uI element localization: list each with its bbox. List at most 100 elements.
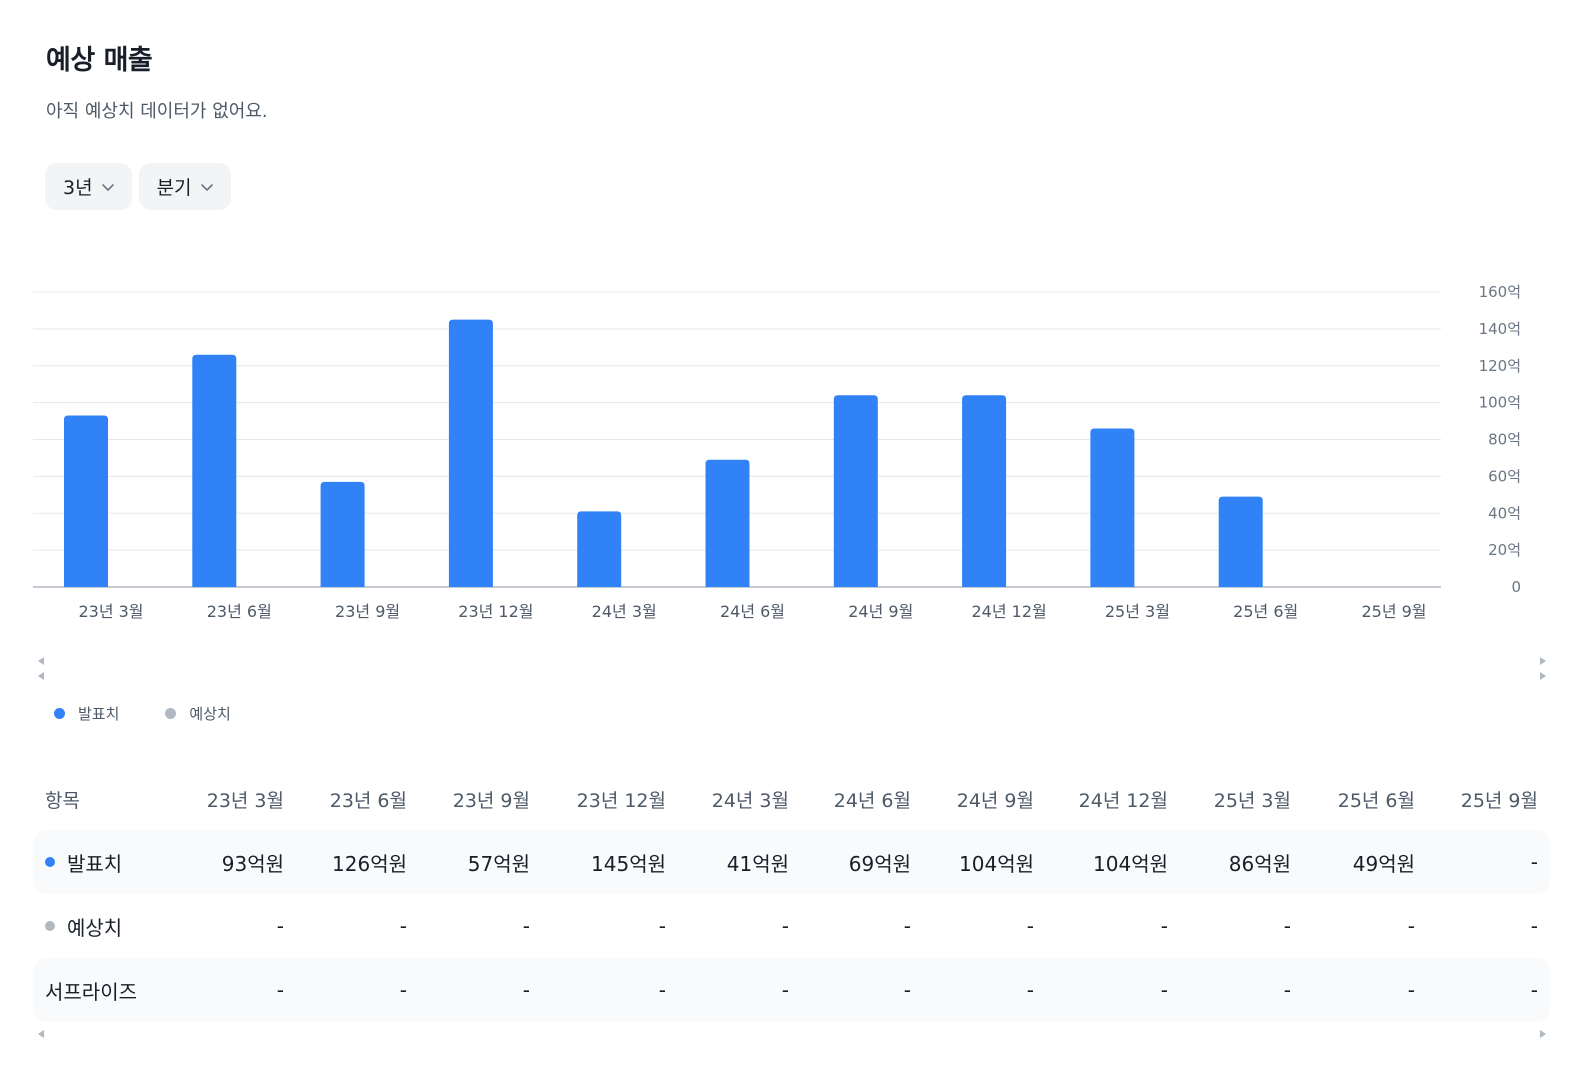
chevron-down-icon [101, 183, 114, 191]
chart-scroll-left-icon[interactable] [38, 657, 44, 665]
revenue-bar-chart: 0 20억 40억 60억 80억 100억 120억 140억 160억 23년 3월 23년 6… [33, 283, 1521, 621]
chevron-down-icon [200, 183, 213, 191]
table-cell: - [658, 914, 666, 938]
interval-label: 분기 [156, 177, 192, 199]
table-cell: 126억원 [332, 851, 407, 876]
chart-legend: 발표치 예상치 [54, 703, 231, 724]
legend-label: 발표치 [78, 705, 120, 723]
table-cell: - [399, 914, 407, 938]
table-cell: - [1407, 914, 1415, 938]
row-label: 발표치 [45, 848, 122, 877]
table-cell: - [1407, 978, 1415, 1002]
table-cell: 86억원 [1228, 851, 1291, 876]
chart-scroll-right-icon[interactable] [1540, 657, 1546, 665]
x-tick-label: 25년 9월 [1361, 602, 1426, 621]
legend-item-actual[interactable]: 발표치 [54, 703, 119, 724]
bar-actual[interactable] [962, 395, 1007, 587]
bar-actual[interactable] [320, 481, 365, 587]
x-tick-label: 25년 6월 [1233, 602, 1298, 621]
y-tick-label: 80억 [1488, 431, 1521, 449]
table-cell: - [1530, 978, 1538, 1002]
table-cell: 145억원 [591, 851, 666, 876]
y-tick-label: 100억 [1479, 394, 1521, 412]
table-cell: - [1283, 914, 1291, 938]
table-cell: - [276, 978, 284, 1002]
y-tick-label: 140억 [1479, 320, 1521, 338]
y-tick-label: 40억 [1488, 504, 1521, 522]
x-tick-label: 23년 9월 [335, 602, 400, 621]
table-scroll-left-icon[interactable] [38, 1030, 44, 1038]
table-cell: - [1530, 914, 1538, 938]
bar-actual[interactable] [577, 511, 622, 587]
bar-actual[interactable] [192, 354, 237, 587]
x-tick-label: 24년 9월 [848, 602, 913, 621]
table-cell: - [1160, 978, 1168, 1002]
table-cell: - [1530, 850, 1538, 874]
actual-dot-icon [54, 708, 65, 719]
x-tick-label: 23년 12월 [458, 602, 533, 621]
y-tick-label: 60억 [1488, 467, 1521, 485]
period-range-dropdown[interactable]: 3년 [45, 163, 132, 210]
period-range-label: 3년 [63, 177, 93, 199]
table-cell: 57억원 [467, 851, 530, 876]
bar-actual[interactable] [1090, 428, 1135, 587]
page-subtitle: 아직 예상치 데이터가 없어요. [46, 101, 268, 122]
table-cell: 104억원 [959, 851, 1034, 876]
table-cell: - [399, 978, 407, 1002]
chart-scroll-left-icon[interactable] [38, 672, 44, 680]
table-cell: - [1026, 914, 1034, 938]
estimate-dot-icon [165, 708, 177, 719]
y-tick-label: 20억 [1488, 541, 1521, 559]
series-dot-icon [45, 921, 55, 931]
table-cell: - [522, 978, 530, 1002]
x-tick-label: 25년 3월 [1105, 602, 1170, 621]
table-cell: - [522, 914, 530, 938]
y-tick-label: 120억 [1479, 357, 1521, 375]
legend-item-estimate[interactable]: 예상치 [165, 703, 231, 724]
table-column-header: 24년 9월 [956, 789, 1034, 812]
series-dot-icon [45, 857, 55, 867]
table-scroll-right-icon[interactable] [1540, 1030, 1546, 1038]
x-tick-label: 24년 12월 [971, 602, 1046, 621]
chart-scroll-right-icon[interactable] [1540, 672, 1546, 680]
table-row: 발표치 93억원 126억원 57억원 145억원 41억원 69억원 104억원 104억원 8… [33, 830, 1550, 894]
page-title: 예상 매출 [46, 45, 153, 76]
row-label: 예상치 [45, 912, 122, 941]
table-cell: 41억원 [726, 851, 789, 876]
table-column-header: 24년 3월 [711, 789, 789, 812]
table-column-header: 23년 6월 [329, 789, 407, 812]
table-column-header: 25년 6월 [1337, 789, 1415, 812]
row-label-text: 서프라이즈 [45, 979, 137, 1004]
interval-dropdown[interactable]: 분기 [138, 163, 231, 210]
table-column-header: 23년 12월 [576, 789, 666, 812]
bar-actual[interactable] [1218, 496, 1263, 587]
bar-actual[interactable] [705, 459, 750, 587]
table-cell: - [1283, 978, 1291, 1002]
table-cell: - [903, 978, 911, 1002]
table-row: 예상치 - - - - - - - - - - - [33, 894, 1550, 958]
table-column-header: 24년 12월 [1078, 789, 1168, 812]
x-tick-label: 23년 6월 [207, 602, 272, 621]
bar-actual[interactable] [448, 319, 493, 587]
table-cell: - [276, 914, 284, 938]
y-tick-label: 160억 [1479, 283, 1521, 301]
table-cell: - [781, 978, 789, 1002]
table-cell: 104억원 [1093, 851, 1168, 876]
table-cell: 69억원 [848, 851, 911, 876]
table-cell: - [781, 914, 789, 938]
table-cell: 93억원 [221, 851, 284, 876]
revenue-table: 항목 23년 3월 23년 6월 23년 9월 23년 12월 24년 3월 24년 6월 2… [33, 768, 1550, 1022]
table-cell: - [658, 978, 666, 1002]
x-tick-label: 23년 3월 [78, 602, 143, 621]
bar-actual[interactable] [833, 395, 878, 587]
table-header-label: 항목 [45, 789, 80, 812]
table-column-header: 24년 6월 [833, 789, 911, 812]
row-label: 서프라이즈 [45, 976, 137, 1005]
bar-actual[interactable] [64, 415, 108, 587]
table-cell: - [1160, 914, 1168, 938]
y-tick-label: 0 [1511, 578, 1521, 596]
table-cell: - [903, 914, 911, 938]
filter-bar: 3년 분기 [45, 163, 231, 210]
table-cell: - [1026, 978, 1034, 1002]
table-row: 서프라이즈 - - - - - - - - - - - [33, 958, 1550, 1022]
